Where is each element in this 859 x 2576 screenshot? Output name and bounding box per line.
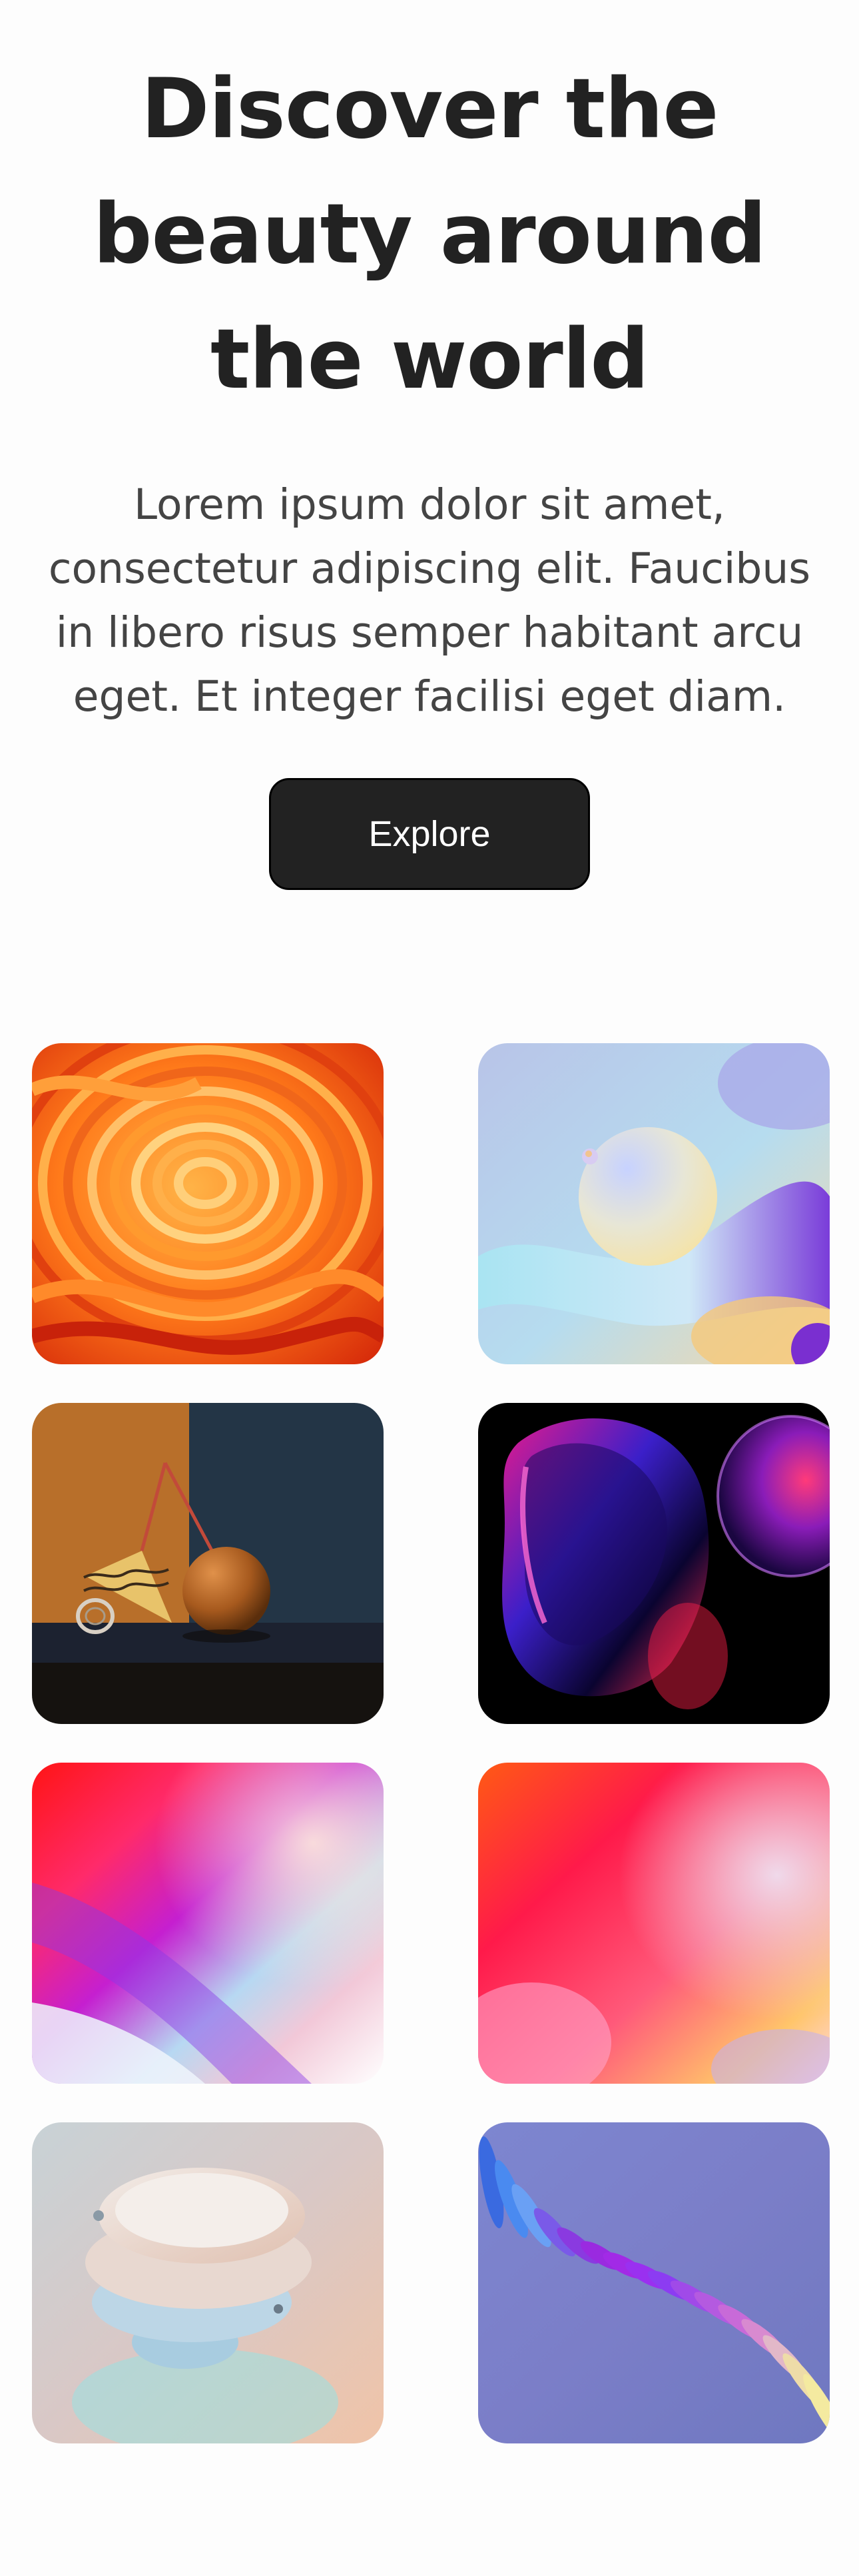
still-life-room-image bbox=[32, 1403, 384, 1724]
gallery-image-neon-blob[interactable] bbox=[478, 1403, 830, 1724]
gallery-image-purple-wave-ribbon[interactable] bbox=[478, 2122, 830, 2443]
neon-blob-image bbox=[478, 1403, 830, 1724]
image-gallery bbox=[0, 0, 859, 2576]
gallery-image-orange-pink-gradient[interactable] bbox=[478, 1763, 830, 2084]
gallery-image-still-life-room[interactable] bbox=[32, 1403, 384, 1724]
red-purple-gradient-image bbox=[32, 1763, 384, 2084]
purple-wave-ribbon-image bbox=[478, 2122, 830, 2443]
orange-pink-gradient-image bbox=[478, 1763, 830, 2084]
gallery-image-pastel-sphere[interactable] bbox=[478, 1043, 830, 1364]
gallery-image-orange-swirl[interactable] bbox=[32, 1043, 384, 1364]
pastel-disc-sculpture-image bbox=[32, 2122, 384, 2443]
gallery-image-pastel-disc-sculpture[interactable] bbox=[32, 2122, 384, 2443]
pastel-sphere-image bbox=[478, 1043, 830, 1364]
gallery-image-red-purple-gradient[interactable] bbox=[32, 1763, 384, 2084]
orange-swirl-image bbox=[32, 1043, 384, 1364]
